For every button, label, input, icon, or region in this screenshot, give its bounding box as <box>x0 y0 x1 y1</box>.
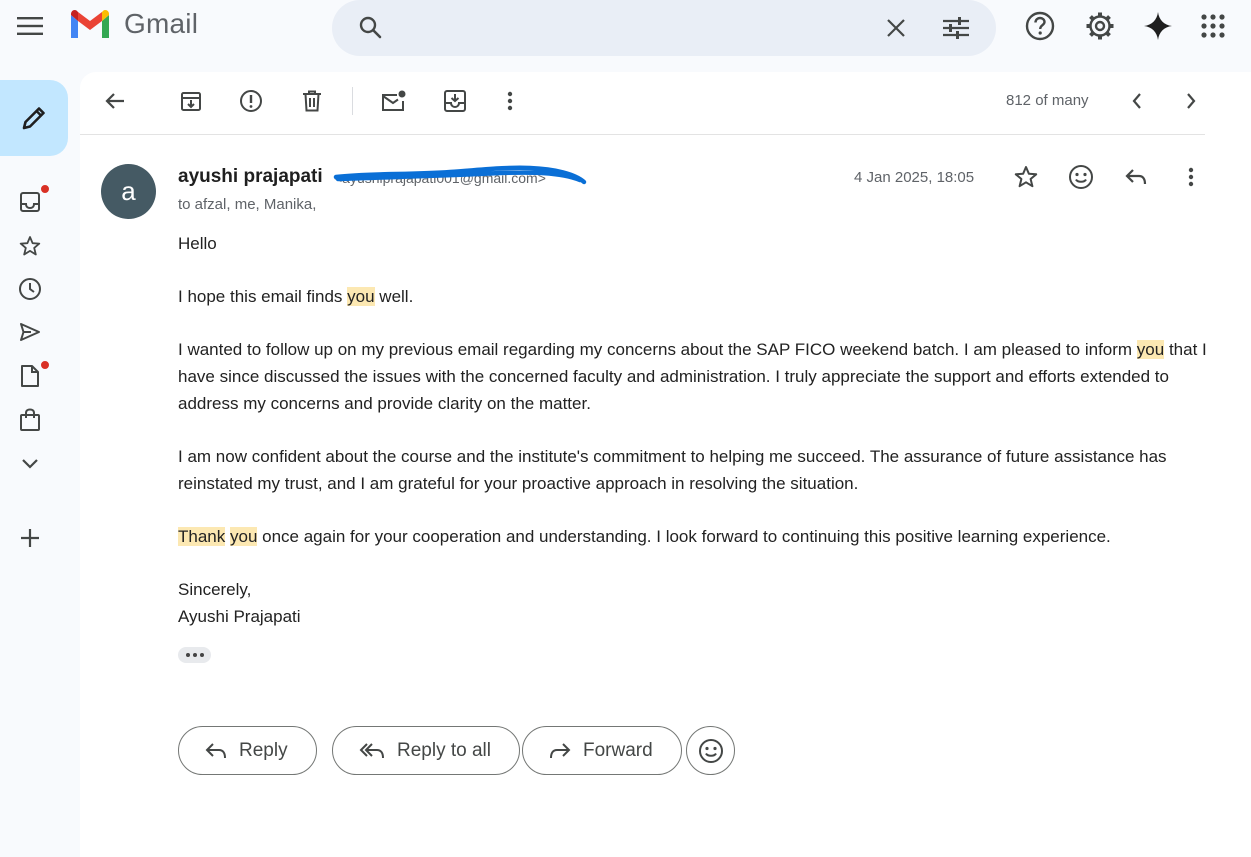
forward-arrow-icon <box>550 742 571 758</box>
body-signature: Ayushi Prajapati <box>178 607 301 626</box>
newer-chevron-left-icon[interactable] <box>1120 84 1154 118</box>
recipients-line[interactable]: to afzal, me, Manika, <box>178 196 316 213</box>
body-paragraph-3: I am now confident about the course and … <box>178 447 1167 493</box>
body-paragraph-2: I wanted to follow up on my previous ema… <box>178 340 1207 413</box>
sender-avatar[interactable]: a <box>101 164 156 219</box>
reply-button-label: Reply <box>239 739 288 761</box>
help-icon[interactable] <box>1020 6 1060 46</box>
starred-icon[interactable] <box>14 230 46 262</box>
reply-all-arrow-icon <box>359 742 384 758</box>
reply-button[interactable]: Reply <box>178 726 317 775</box>
star-icon[interactable] <box>1009 160 1043 194</box>
more-chevron-down-icon[interactable] <box>14 448 46 480</box>
body-paragraph-1: I hope this email finds you well. <box>178 287 414 306</box>
move-to-icon[interactable] <box>438 84 472 118</box>
purchases-bag-icon[interactable] <box>14 404 46 436</box>
pencil-icon <box>22 107 45 130</box>
reply-icon[interactable] <box>1119 160 1153 194</box>
apps-grid-icon[interactable] <box>1193 6 1233 46</box>
app-title[interactable]: Gmail <box>124 8 198 40</box>
emoji-reaction-button[interactable] <box>686 726 735 775</box>
email-date: 4 Jan 2025, 18:05 <box>854 169 975 186</box>
sender-name[interactable]: ayushi prajapati <box>178 166 323 188</box>
more-vert-icon[interactable] <box>493 84 527 118</box>
reply-all-button-label: Reply to all <box>397 739 491 761</box>
inbox-unread-dot <box>40 184 50 194</box>
search-options-icon[interactable] <box>938 10 974 46</box>
reply-arrow-icon <box>205 742 226 758</box>
search-highlight: you <box>347 287 375 306</box>
clear-search-icon[interactable] <box>878 10 914 46</box>
show-trimmed-content-button[interactable] <box>178 647 211 663</box>
gmail-logo-icon[interactable] <box>68 8 112 42</box>
main-menu-icon[interactable] <box>10 6 50 46</box>
back-arrow-icon[interactable] <box>98 84 132 118</box>
search-highlight: Thank <box>178 527 226 546</box>
mark-unread-icon[interactable] <box>377 84 411 118</box>
top-bar: Gmail <box>0 0 1251 64</box>
search-highlight: you <box>229 527 258 546</box>
sent-icon[interactable] <box>14 316 46 348</box>
delete-trash-icon[interactable] <box>295 84 329 118</box>
body-paragraph-4: Thank you once again for your cooperatio… <box>178 527 1111 546</box>
toolbar-separator <box>80 134 1205 135</box>
compose-button[interactable] <box>0 80 68 156</box>
forward-button-label: Forward <box>583 739 653 761</box>
archive-icon[interactable] <box>174 84 208 118</box>
snoozed-clock-icon[interactable] <box>14 273 46 305</box>
add-reaction-emoji-icon[interactable] <box>1064 160 1098 194</box>
report-spam-icon[interactable] <box>234 84 268 118</box>
older-chevron-right-icon[interactable] <box>1174 84 1208 118</box>
search-input[interactable] <box>404 8 864 48</box>
drafts-dot <box>40 360 50 370</box>
forward-button[interactable]: Forward <box>522 726 682 775</box>
body-closing: Sincerely, <box>178 580 252 599</box>
search-icon[interactable] <box>352 9 388 45</box>
search-highlight: you <box>1136 340 1165 359</box>
body-greeting: Hello <box>178 234 217 253</box>
gemini-sparkle-icon[interactable] <box>1138 6 1178 46</box>
message-counter[interactable]: 812 of many <box>1006 92 1089 109</box>
message-more-vert-icon[interactable] <box>1174 160 1208 194</box>
settings-gear-icon[interactable] <box>1080 6 1120 46</box>
smiley-icon <box>698 738 723 763</box>
sidebar <box>0 64 80 857</box>
toolbar-divider <box>352 87 353 115</box>
search-bar[interactable] <box>332 0 996 56</box>
email-body: Hello I hope this email finds you well. … <box>178 230 1208 630</box>
add-label-plus-icon[interactable] <box>14 522 46 554</box>
redaction-scribble <box>333 165 587 185</box>
reply-all-button[interactable]: Reply to all <box>332 726 520 775</box>
